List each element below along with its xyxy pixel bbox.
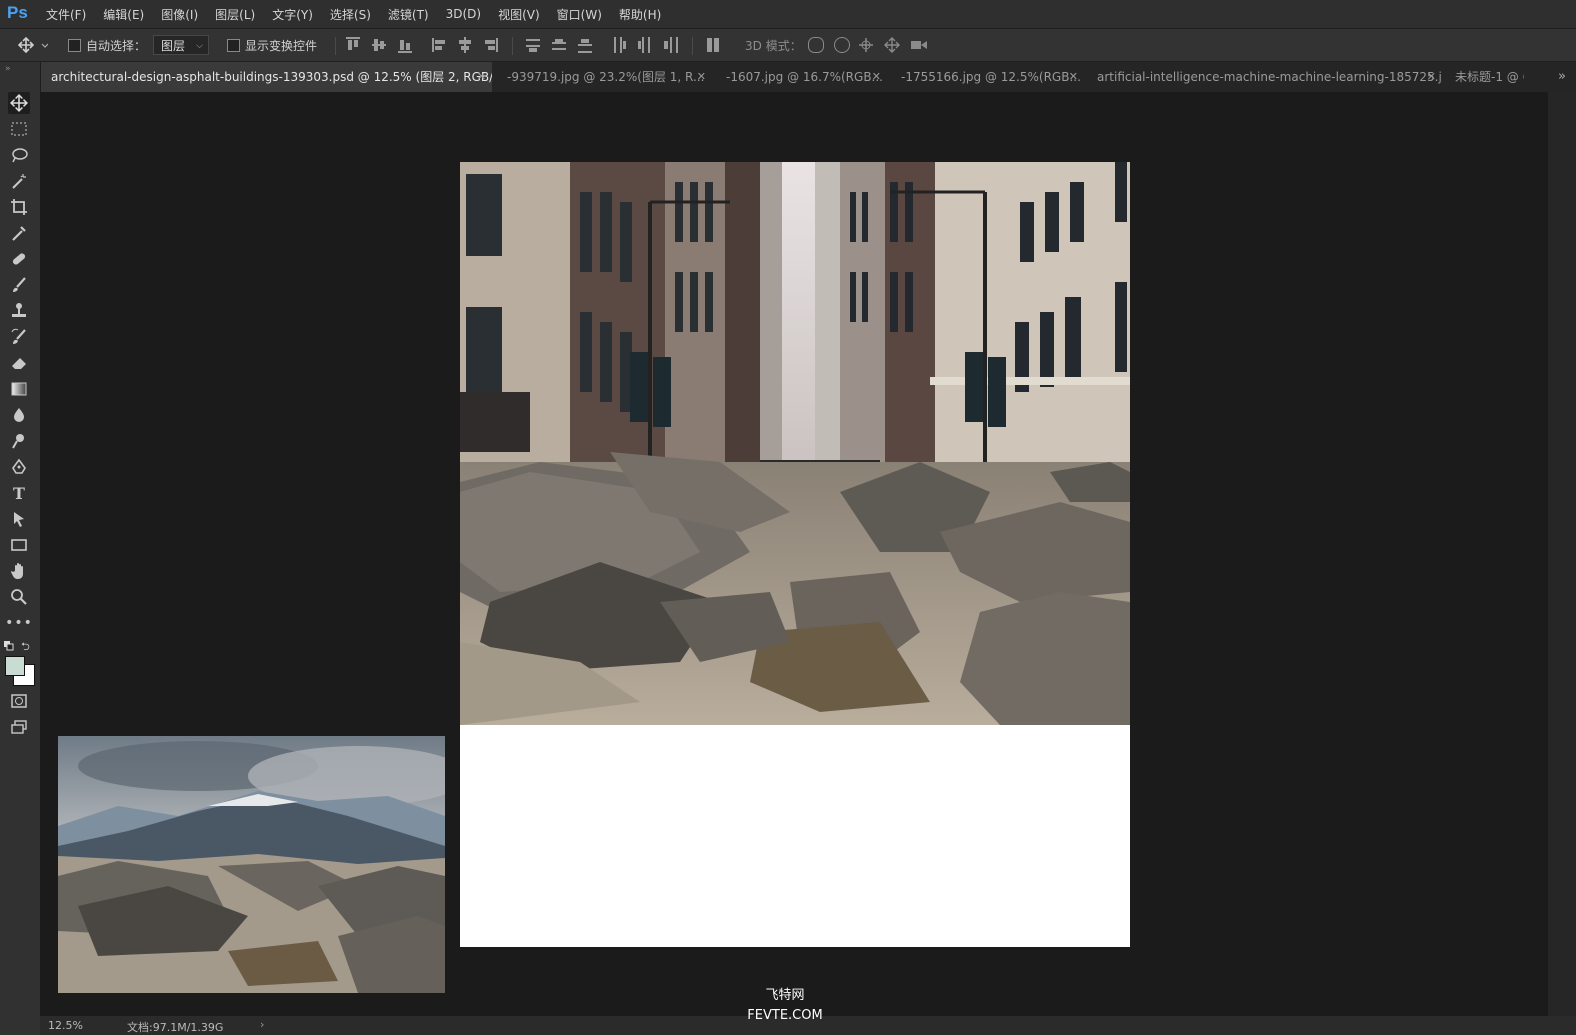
3d-mode-label: 3D 模式： xyxy=(745,38,802,53)
close-icon[interactable]: ✕ xyxy=(1427,62,1436,92)
menu-help[interactable]: 帮助(H) xyxy=(619,6,661,23)
align-hcenter-icon[interactable] xyxy=(458,37,472,53)
3d-roll-icon[interactable] xyxy=(834,37,850,53)
tab-document[interactable]: -1607.jpg @ 16.7%(RGB... ✕ xyxy=(715,62,887,92)
tab-label: -1755166.jpg @ 12.5%(RGB... xyxy=(901,70,1081,84)
zoom-level[interactable]: 12.5% xyxy=(48,1019,83,1032)
gradient-tool-icon[interactable] xyxy=(8,378,30,400)
align-top-icon[interactable] xyxy=(346,37,360,53)
close-icon[interactable]: ✕ xyxy=(872,62,881,92)
menu-3d[interactable]: 3D(D) xyxy=(446,7,481,21)
menu-view[interactable]: 视图(V) xyxy=(498,6,540,23)
tab-label: artificial-intelligence-machine-machine-… xyxy=(1097,70,1442,84)
chevron-down-icon: ⌵ xyxy=(196,41,203,51)
eyedropper-tool-icon[interactable] xyxy=(8,222,30,244)
status-menu-arrow-icon[interactable]: › xyxy=(260,1018,264,1031)
crop-tool-icon[interactable] xyxy=(8,196,30,218)
type-tool-icon[interactable]: T xyxy=(8,482,30,504)
auto-select-checkbox[interactable]: 自动选择： xyxy=(68,29,146,61)
tab-document-active[interactable]: architectural-design-asphalt-buildings-1… xyxy=(40,62,492,92)
photoshop-logo: Ps xyxy=(7,3,28,22)
path-selection-tool-icon[interactable] xyxy=(8,508,30,530)
zoom-tool-icon[interactable] xyxy=(8,586,30,608)
tab-document[interactable]: -1755166.jpg @ 12.5%(RGB... ✕ xyxy=(890,62,1084,92)
show-transform-label: 显示变换控件 xyxy=(245,38,318,53)
tab-label: -1607.jpg @ 16.7%(RGB... xyxy=(726,70,883,84)
align-vcenter-icon[interactable] xyxy=(372,37,386,53)
dodge-tool-icon[interactable] xyxy=(8,430,30,452)
tab-label: architectural-design-asphalt-buildings-1… xyxy=(51,70,492,84)
panel-collapse-icon[interactable]: » xyxy=(5,64,11,74)
align-left-icon[interactable] xyxy=(432,37,446,53)
distribute-top-icon[interactable] xyxy=(526,37,540,53)
more-tools-icon[interactable]: ••• xyxy=(5,612,32,634)
distribute-left-icon[interactable] xyxy=(612,37,626,53)
tools-panel: » T ••• ⮌ xyxy=(0,62,41,1035)
align-right-icon[interactable] xyxy=(484,37,498,53)
move-tool-preset-icon[interactable] xyxy=(18,29,48,61)
3d-slide-icon[interactable] xyxy=(884,29,900,61)
tab-label: 未标题-1 @ 6 xyxy=(1455,70,1524,84)
3d-rotate-icon[interactable] xyxy=(808,37,824,53)
distribute-bottom-icon[interactable] xyxy=(578,37,592,53)
menu-select[interactable]: 选择(S) xyxy=(330,6,371,23)
close-icon[interactable]: ✕ xyxy=(697,62,706,92)
magic-wand-tool-icon[interactable] xyxy=(8,170,30,192)
screen-mode-icon[interactable] xyxy=(8,716,30,738)
clone-stamp-tool-icon[interactable] xyxy=(8,300,30,322)
options-bar: 自动选择： 图层 ⌵ 显示变换控件 3D 模式： xyxy=(0,29,1576,62)
right-panel-strip xyxy=(1548,92,1576,1016)
blur-tool-icon[interactable] xyxy=(8,404,30,426)
menu-bar: Ps 文件(F) 编辑(E) 图像(I) 图层(L) 文字(Y) 选择(S) 滤… xyxy=(0,0,1576,29)
menu-type[interactable]: 文字(Y) xyxy=(272,6,313,23)
marquee-tool-icon[interactable] xyxy=(8,118,30,140)
document-size-info: 文档:97.1M/1.39G xyxy=(127,1021,224,1034)
quick-mask-icon[interactable] xyxy=(8,690,30,712)
align-bottom-icon[interactable] xyxy=(398,37,412,53)
menu-layer[interactable]: 图层(L) xyxy=(215,6,255,23)
auto-select-value: 图层 xyxy=(161,39,186,53)
history-brush-tool-icon[interactable] xyxy=(8,326,30,348)
distribute-hcenter-icon[interactable] xyxy=(638,37,652,53)
rectangle-tool-icon[interactable] xyxy=(8,534,30,556)
close-icon[interactable]: ✕ xyxy=(477,62,486,92)
menu-edit[interactable]: 编辑(E) xyxy=(103,6,144,23)
tab-document[interactable]: -939719.jpg @ 23.2%(图层 1, R... ✕ xyxy=(496,62,712,92)
auto-select-label: 自动选择： xyxy=(86,38,147,53)
watermark-line-1: 飞特网 xyxy=(765,988,805,1003)
auto-align-icon[interactable] xyxy=(706,37,720,53)
foreground-color-swatch[interactable] xyxy=(5,656,25,676)
auto-select-dropdown[interactable]: 图层 ⌵ xyxy=(153,35,209,55)
document-tab-bar: architectural-design-asphalt-buildings-1… xyxy=(40,62,1576,93)
menu-image[interactable]: 图像(I) xyxy=(161,6,198,23)
menu-list: 文件(F) 编辑(E) 图像(I) 图层(L) 文字(Y) 选择(S) 滤镜(T… xyxy=(46,0,678,28)
tab-document[interactable]: artificial-intelligence-machine-machine-… xyxy=(1086,62,1442,92)
3d-drag-icon[interactable] xyxy=(858,29,874,61)
watermark: 飞特网 FEVTE.COM xyxy=(730,986,840,1026)
city-rocks-layer-image[interactable] xyxy=(460,162,1130,725)
pen-tool-icon[interactable] xyxy=(8,456,30,478)
move-tool-icon[interactable] xyxy=(8,92,30,114)
swap-colors-icon[interactable]: ⮌ xyxy=(21,638,30,657)
brush-tool-icon[interactable] xyxy=(8,274,30,296)
show-transform-checkbox[interactable]: 显示变换控件 xyxy=(227,29,317,61)
3d-camera-icon[interactable] xyxy=(910,29,928,61)
distribute-vcenter-icon[interactable] xyxy=(552,37,566,53)
close-icon[interactable]: ✕ xyxy=(1069,62,1078,92)
menu-file[interactable]: 文件(F) xyxy=(46,6,86,23)
tab-document[interactable]: 未标题-1 @ 6 xyxy=(1444,62,1524,92)
menu-window[interactable]: 窗口(W) xyxy=(557,6,602,23)
menu-filter[interactable]: 滤镜(T) xyxy=(388,6,429,23)
tab-overflow-icon[interactable]: » xyxy=(1558,62,1566,92)
healing-brush-tool-icon[interactable] xyxy=(8,248,30,270)
hand-tool-icon[interactable] xyxy=(8,560,30,582)
distribute-right-icon[interactable] xyxy=(664,37,678,53)
tab-label: -939719.jpg @ 23.2%(图层 1, R... xyxy=(507,70,705,84)
lasso-tool-icon[interactable] xyxy=(8,144,30,166)
eraser-tool-icon[interactable] xyxy=(8,352,30,374)
mountain-rocks-thumbnail-image[interactable] xyxy=(58,736,445,993)
default-colors-icon[interactable] xyxy=(4,640,14,651)
watermark-line-2: FEVTE.COM xyxy=(747,1008,823,1023)
